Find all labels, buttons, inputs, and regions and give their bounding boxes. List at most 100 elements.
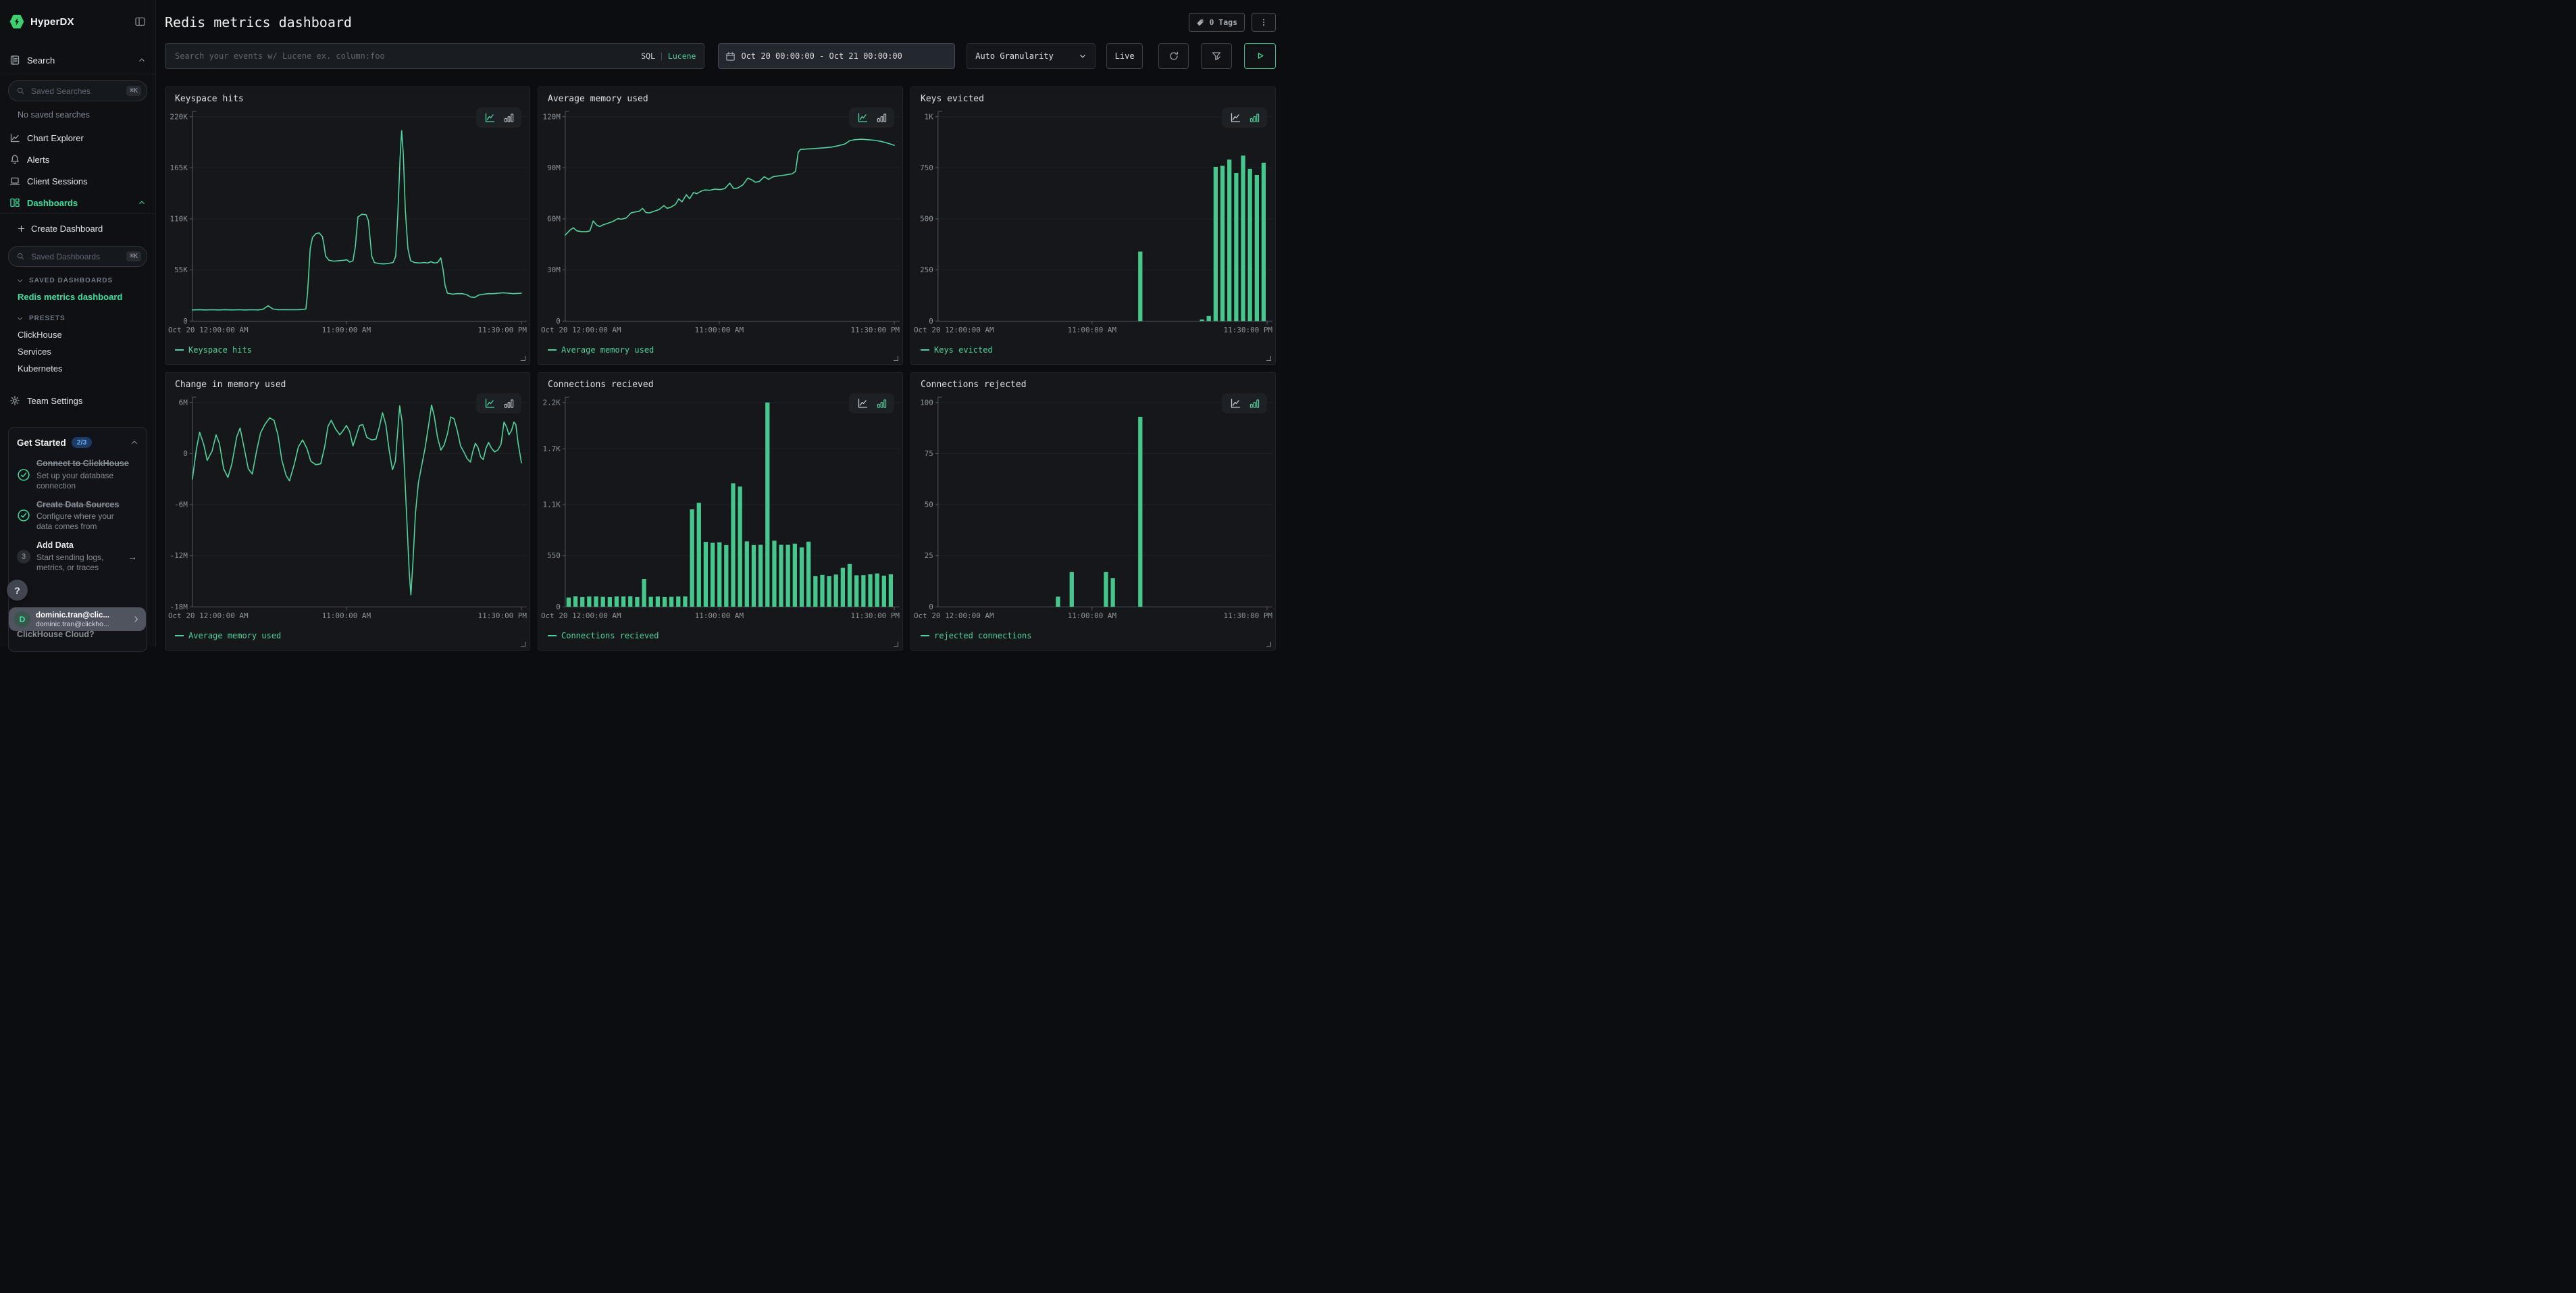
section-label: SAVED DASHBOARDS	[29, 277, 113, 284]
date-range-picker[interactable]: Oct 20 00:00:00 - Oct 21 00:00:00	[718, 43, 955, 69]
sidebar-item-team-settings[interactable]: Team Settings	[0, 390, 155, 411]
chart-card-average-memory-used: Average memory used 030M60M90M120MOct 20…	[538, 86, 903, 365]
get-started-header[interactable]: Get Started 2/3	[17, 435, 138, 450]
saved-searches-field[interactable]	[30, 86, 122, 97]
chart-title: Keys evicted	[921, 94, 984, 104]
svg-text:-6M: -6M	[174, 501, 188, 509]
resize-handle[interactable]	[1266, 356, 1271, 361]
logo-row: HyperDX	[0, 7, 155, 36]
line-chart-icon[interactable]	[1229, 112, 1241, 123]
sidebar-item-label: Search	[27, 55, 55, 66]
chart-type-toggle	[1222, 393, 1267, 413]
legend-swatch	[548, 635, 557, 636]
chart-legend: Connections recieved	[548, 631, 659, 640]
filter-button[interactable]	[1201, 43, 1232, 69]
bar-chart-icon[interactable]	[1250, 113, 1260, 123]
saved-dashboards-section[interactable]: SAVED DASHBOARDS	[0, 272, 155, 288]
sidebar-preset-kubernetes[interactable]: Kubernetes	[0, 360, 155, 377]
svg-text:1K: 1K	[925, 112, 934, 121]
chevron-up-icon[interactable]	[138, 199, 146, 207]
dashboard-grid: Keyspace hits 055K110K165K220KOct 20 12:…	[165, 86, 1276, 651]
resize-handle[interactable]	[894, 642, 898, 646]
change-in-memory-used-plot: -18M-12M-6M06MOct 20 12:00:00 AM11:00:00…	[165, 373, 530, 650]
more-options-button[interactable]	[1252, 13, 1276, 32]
get-started-item-connect[interactable]: Connect to ClickHouse Set up your databa…	[17, 459, 138, 491]
event-search-field[interactable]	[174, 51, 641, 61]
main-area: Redis metrics dashboard 0 Tags SQL | Luc…	[156, 0, 1288, 646]
user-info: dominic.tran@clic... dominic.tran@clickh…	[36, 611, 109, 628]
legend-label: rejected connections	[934, 631, 1032, 640]
saved-searches-input[interactable]: ⌘K	[8, 80, 147, 101]
presets-section[interactable]: PRESETS	[0, 310, 155, 326]
user-email-secondary: dominic.tran@clickho...	[36, 620, 109, 628]
sidebar-item-chart-explorer[interactable]: Chart Explorer	[0, 127, 155, 149]
chart-card-change-in-memory-used: Change in memory used -18M-12M-6M06MOct …	[165, 372, 530, 651]
chart-type-toggle	[849, 107, 894, 128]
sidebar-item-client-sessions[interactable]: Client Sessions	[0, 170, 155, 192]
play-icon	[1255, 51, 1266, 61]
sql-toggle[interactable]: SQL	[641, 51, 655, 61]
resize-handle[interactable]	[1266, 642, 1271, 646]
filter-icon	[1211, 51, 1222, 61]
chevron-up-icon[interactable]	[138, 56, 146, 64]
plus-icon	[17, 224, 26, 233]
bar-chart-icon[interactable]	[504, 113, 514, 123]
legend-label: Average memory used	[188, 631, 281, 640]
lucene-toggle[interactable]: Lucene	[668, 51, 696, 61]
saved-dashboards-input[interactable]: ⌘K	[8, 246, 147, 267]
bar-chart-icon[interactable]	[1250, 399, 1260, 409]
line-chart-icon[interactable]	[1229, 398, 1241, 409]
line-chart-icon[interactable]	[484, 398, 496, 409]
tags-button[interactable]: 0 Tags	[1189, 13, 1245, 32]
bar-chart-icon[interactable]	[877, 399, 887, 409]
sidebar-preset-services[interactable]: Services	[0, 343, 155, 360]
chart-card-keys-evicted: Keys evicted 02505007501KOct 20 12:00:00…	[910, 86, 1276, 365]
resize-handle[interactable]	[521, 356, 525, 361]
create-dashboard-button[interactable]: Create Dashboard	[0, 218, 155, 238]
saved-dashboards-field[interactable]	[30, 251, 122, 262]
help-button[interactable]: ?	[7, 580, 28, 601]
sidebar-item-dashboards[interactable]: Dashboards	[0, 192, 155, 214]
refresh-button[interactable]	[1158, 43, 1189, 69]
no-saved-searches-text: No saved searches	[0, 110, 155, 121]
svg-text:Oct 20 12:00:00 AM: Oct 20 12:00:00 AM	[168, 326, 249, 334]
page-header: Redis metrics dashboard 0 Tags	[165, 12, 1276, 32]
bar-chart-icon[interactable]	[504, 399, 514, 409]
resize-handle[interactable]	[521, 642, 525, 646]
line-chart-icon[interactable]	[484, 112, 496, 123]
get-started-item-add-data[interactable]: 3 Add Data Start sending logs, metrics, …	[17, 540, 138, 573]
granularity-select[interactable]: Auto Granularity	[967, 43, 1096, 69]
sidebar-dashboard-redis-metrics[interactable]: Redis metrics dashboard	[0, 288, 155, 305]
sidebar-item-alerts[interactable]: Alerts	[0, 149, 155, 170]
arrow-right-icon[interactable]: →	[128, 551, 137, 562]
legend-label: Keys evicted	[934, 345, 993, 355]
line-chart-icon[interactable]	[856, 398, 869, 409]
svg-text:100: 100	[920, 398, 933, 407]
legend-swatch	[921, 349, 929, 351]
run-query-button[interactable]	[1244, 43, 1276, 69]
live-button[interactable]: Live	[1106, 43, 1143, 69]
get-started-item-datasources[interactable]: Create Data Sources Configure where your…	[17, 500, 138, 532]
svg-text:55K: 55K	[174, 265, 188, 274]
query-language-toggle[interactable]: SQL | Lucene	[641, 51, 696, 61]
sidebar-item-label: Chart Explorer	[27, 133, 84, 143]
chart-legend: Average memory used	[175, 631, 281, 640]
chevron-up-icon[interactable]	[130, 438, 138, 447]
svg-text:11:00:00 AM: 11:00:00 AM	[695, 326, 744, 334]
check-circle-icon	[17, 509, 30, 522]
resize-handle[interactable]	[894, 356, 898, 361]
bar-chart-icon[interactable]	[877, 113, 887, 123]
sidebar-preset-clickhouse[interactable]: ClickHouse	[0, 326, 155, 343]
event-search-input[interactable]: SQL | Lucene	[165, 43, 704, 69]
line-chart-icon[interactable]	[856, 112, 869, 123]
chart-type-toggle	[849, 393, 894, 413]
get-started-title: Get Started	[17, 438, 66, 448]
sidebar-item-search[interactable]: Search	[0, 47, 155, 74]
create-dashboard-label: Create Dashboard	[31, 224, 103, 234]
collapse-sidebar-icon[interactable]	[134, 16, 146, 27]
shortcut-badge: ⌘K	[126, 86, 141, 96]
svg-text:11:00:00 AM: 11:00:00 AM	[1068, 611, 1117, 620]
user-menu[interactable]: D dominic.tran@clic... dominic.tran@clic…	[9, 607, 146, 631]
hyperdx-logo-icon	[9, 14, 24, 29]
chart-title: Keyspace hits	[175, 94, 244, 104]
